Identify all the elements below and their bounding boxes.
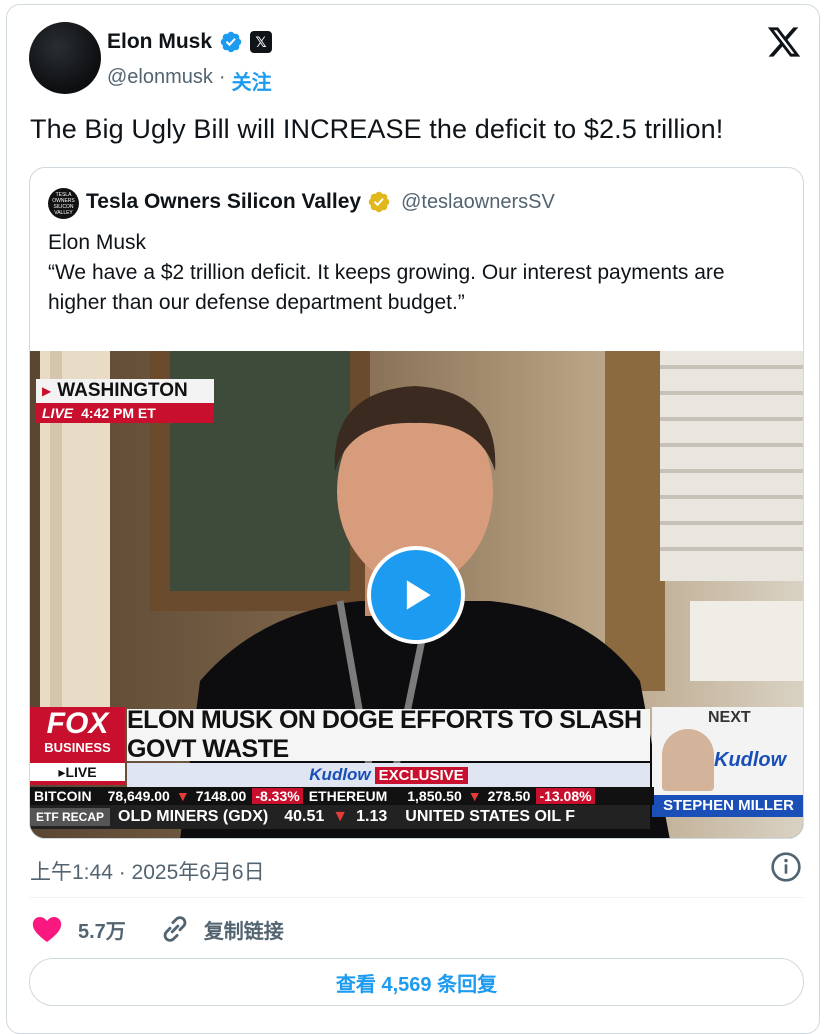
location-bug: ▶ WASHINGTON LIVE 4:42 PM ET <box>36 379 214 423</box>
play-button[interactable] <box>367 546 465 644</box>
quoted-avatar-logo-text: TESLA OWNERS SILICON VALLEY <box>52 191 75 216</box>
separator-dot: · <box>218 66 226 88</box>
down-arrow-icon: ▼ <box>332 808 349 825</box>
video-player[interactable]: ▶ WASHINGTON LIVE 4:42 PM ET FOX BUSINES… <box>30 351 803 838</box>
verified-badge-icon <box>220 31 242 53</box>
author-handle[interactable]: @elonmusk <box>107 66 213 95</box>
copy-link-label: 复制链接 <box>203 920 284 943</box>
quoted-author-avatar[interactable]: TESLA OWNERS SILICON VALLEY <box>48 188 79 219</box>
live-label: LIVE <box>42 405 74 421</box>
view-replies-label: 查看 4,569 条回复 <box>335 973 498 996</box>
location-label: WASHINGTON <box>57 380 188 401</box>
author-handle-row: @elonmusk · 关注 <box>107 66 272 95</box>
location-marker-icon: ▶ <box>42 384 52 398</box>
action-bar: 5.7万 复制链接 <box>30 912 284 946</box>
quoted-author-handle[interactable]: @teslaownersSV <box>401 191 555 214</box>
down-arrow-icon: ▼ <box>467 788 482 804</box>
author-avatar[interactable] <box>29 22 101 94</box>
link-icon <box>163 916 187 942</box>
headline-bar: ELON MUSK ON DOGE EFFORTS TO SLASH GOVT … <box>127 706 650 763</box>
play-icon <box>406 580 431 610</box>
show-name: Kudlow <box>309 765 371 784</box>
info-icon[interactable] <box>770 851 802 883</box>
quoted-text-author-line: Elon Musk <box>48 231 147 254</box>
headline-text: ELON MUSK ON DOGE EFFORTS TO SLASH GOVT … <box>127 706 642 763</box>
gold-verified-badge-icon <box>368 191 390 213</box>
like-button[interactable]: 5.7万 <box>30 912 126 946</box>
news-lower-third: FOX BUSINESS ▸LIVE ELON MUSK ON DOGE EFF… <box>30 706 803 838</box>
next-guest-name: STEPHEN MILLER <box>652 795 803 817</box>
show-bar: Kudlow EXCLUSIVE <box>127 763 650 787</box>
follow-button[interactable]: 关注 <box>232 66 272 95</box>
next-show: Kudlow <box>714 749 787 771</box>
ticker-row-1: BITCOIN 78,649.00 ▼ 7148.00 -8.33% ETHER… <box>30 787 654 805</box>
ticker-row-2: ETF RECAP OLD MINERS (GDX) 40.51 ▼ 1.13 … <box>30 805 650 829</box>
next-guest-photo <box>662 729 714 791</box>
quoted-author-name[interactable]: Tesla Owners Silicon Valley <box>86 190 361 214</box>
down-arrow-icon: ▼ <box>175 788 190 804</box>
exclusive-badge: EXCLUSIVE <box>374 766 468 784</box>
tweet-text: The Big Ugly Bill will INCREASE the defi… <box>30 114 724 144</box>
quoted-tweet[interactable]: TESLA OWNERS SILICON VALLEY Tesla Owners… <box>29 167 804 839</box>
x-affiliate-badge-icon: 𝕏 <box>250 31 273 53</box>
divider <box>29 897 804 898</box>
quoted-text-block: Elon Musk “We have a $2 trillion deficit… <box>48 228 788 318</box>
quoted-name-row: Tesla Owners Silicon Valley @teslaowners… <box>86 190 555 214</box>
next-label: NEXT <box>708 709 751 726</box>
heart-icon <box>32 916 62 943</box>
author-name-row: Elon Musk 𝕏 <box>107 30 273 54</box>
like-count: 5.7万 <box>78 920 126 943</box>
fox-business-logo: FOX BUSINESS ▸LIVE <box>30 707 125 785</box>
live-time: 4:42 PM ET <box>81 405 156 421</box>
view-replies-button[interactable]: 查看 4,569 条回复 <box>29 958 804 1006</box>
x-logo-icon[interactable] <box>766 24 802 60</box>
next-panel: NEXT Kudlow STEPHEN MILLER <box>652 707 803 817</box>
tweet-timestamp[interactable]: 上午1:44 · 2025年6月6日 <box>30 856 265 886</box>
author-name[interactable]: Elon Musk <box>107 30 212 54</box>
copy-link-button[interactable]: 复制链接 <box>158 912 284 946</box>
quoted-text-body: “We have a $2 trillion deficit. It keeps… <box>48 261 725 314</box>
